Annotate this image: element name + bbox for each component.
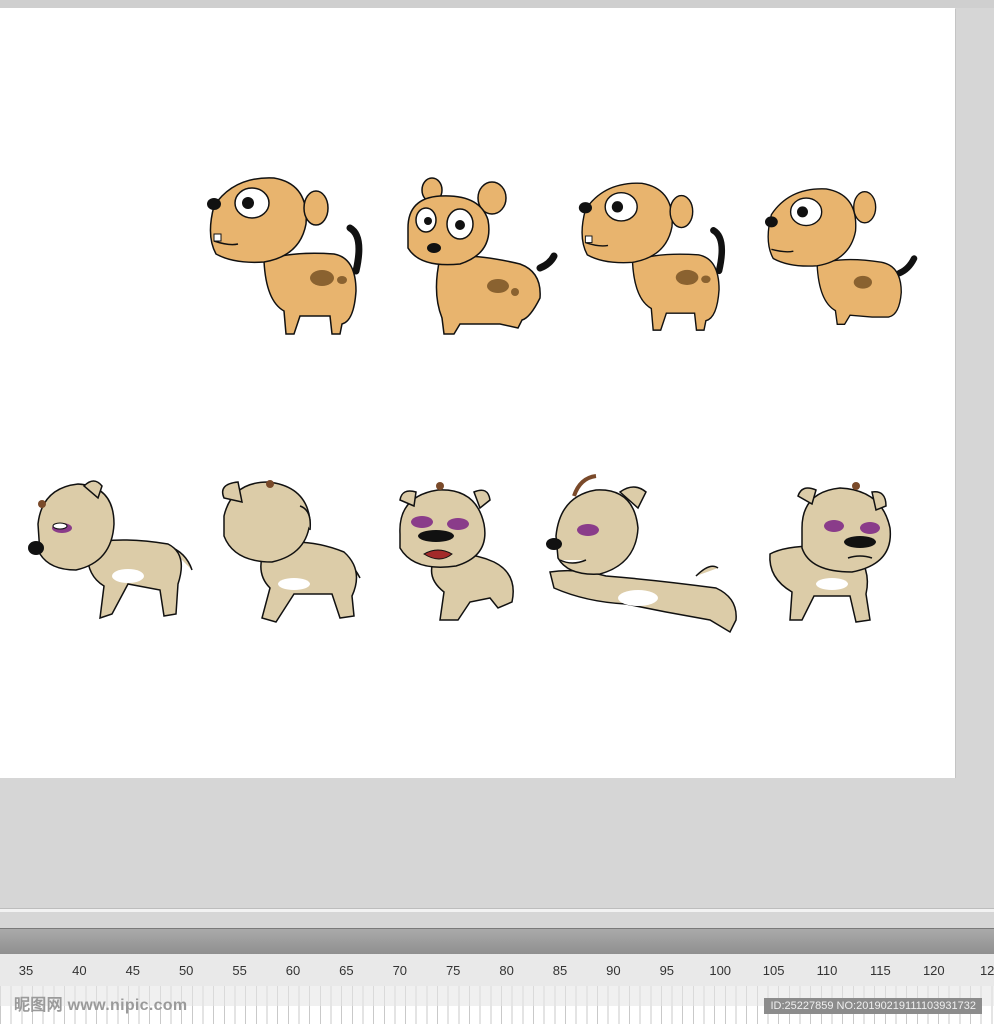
ruler-tick-label[interactable]: 115 xyxy=(870,963,891,978)
watermark-logo: 昵图网 www.nipic.com xyxy=(14,997,188,1014)
puppy-side-sprite-1[interactable] xyxy=(204,166,374,336)
ruler-tick-label[interactable]: 105 xyxy=(763,963,785,978)
ruler-tick-label[interactable]: 60 xyxy=(286,963,300,978)
ruler-tick-label[interactable]: 40 xyxy=(72,963,86,978)
ruler-tick-label[interactable]: 12 xyxy=(980,963,994,978)
ruler-tick-label[interactable]: 110 xyxy=(817,963,838,978)
top-strip xyxy=(0,0,994,8)
dog-jumping-sprite[interactable] xyxy=(546,472,742,636)
ruler-tick-label[interactable]: 90 xyxy=(606,963,620,978)
ruler-tick-label[interactable]: 75 xyxy=(446,963,460,978)
ruler-tick-label[interactable]: 55 xyxy=(232,963,246,978)
panel-divider[interactable] xyxy=(0,908,994,912)
dog-front-crying-sprite[interactable] xyxy=(394,478,524,624)
ruler-tick-label[interactable]: 85 xyxy=(553,963,567,978)
ruler-tick-label[interactable]: 35 xyxy=(19,963,33,978)
ruler-tick-label[interactable]: 65 xyxy=(339,963,353,978)
timeline-ruler[interactable]: 35 40 45 50 55 60 65 70 75 80 85 90 95 100 105 110 115 12… xyxy=(0,954,994,987)
stage-canvas[interactable] xyxy=(0,8,955,778)
puppy-front-sprite[interactable] xyxy=(400,168,560,338)
ruler-tick-label[interactable]: 70 xyxy=(393,963,407,978)
ruler-tick-label[interactable]: 100 xyxy=(709,963,731,978)
puppy-side-sprite-3[interactable] xyxy=(762,178,918,328)
ruler-tick-label[interactable]: 120 xyxy=(923,963,945,978)
ruler-tick-label[interactable]: 50 xyxy=(179,963,193,978)
puppy-side-sprite-2[interactable] xyxy=(576,172,736,332)
ruler-tick-label[interactable]: 80 xyxy=(499,963,513,978)
dog-back-sprite[interactable] xyxy=(214,476,370,626)
ruler-tick-label[interactable]: 95 xyxy=(660,963,674,978)
watermark-id: ID:25227859 NO:20190219111103931732 xyxy=(764,998,982,1014)
ruler-tick-label[interactable]: 45 xyxy=(126,963,140,978)
dog-front-sad-sprite[interactable] xyxy=(762,478,902,626)
timeline-header-bar xyxy=(0,928,994,955)
timeline-frames[interactable]: 昵图网 www.nipic.com ID:25227859 NO:2019021… xyxy=(0,986,994,1024)
pasteboard-area xyxy=(0,778,994,908)
dog-walking-sprite[interactable] xyxy=(28,474,198,624)
